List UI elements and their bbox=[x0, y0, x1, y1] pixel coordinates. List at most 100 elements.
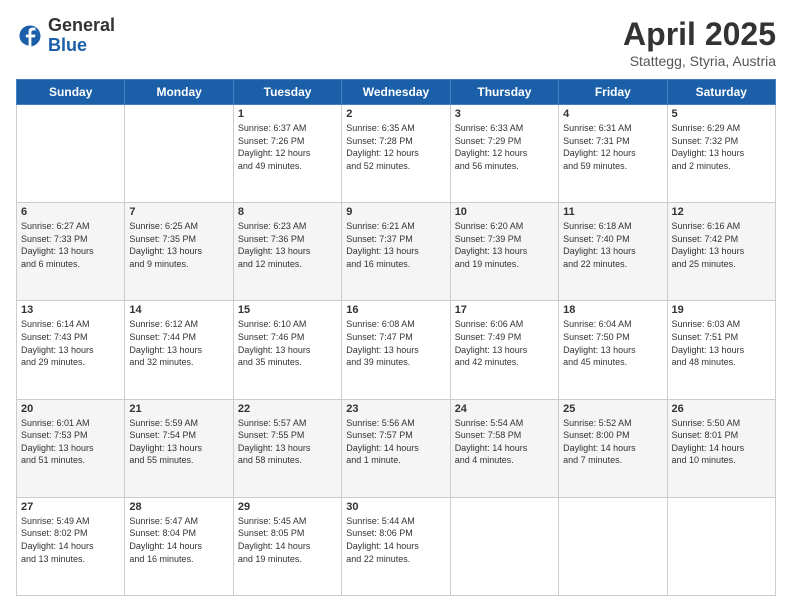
day-info-1-4: Sunrise: 6:20 AM Sunset: 7:39 PM Dayligh… bbox=[455, 220, 554, 270]
day-num-4-3: 30 bbox=[346, 501, 445, 513]
logo: General Blue bbox=[16, 16, 115, 56]
day-num-1-5: 11 bbox=[563, 206, 662, 218]
logo-general-text: General bbox=[48, 16, 115, 36]
week-row-4: 27 Sunrise: 5:49 AM Sunset: 8:02 PM Dayli… bbox=[17, 497, 776, 595]
col-monday: Monday bbox=[125, 80, 233, 105]
day-info-4-1: Sunrise: 5:47 AM Sunset: 8:04 PM Dayligh… bbox=[129, 515, 228, 565]
day-num-0-6: 5 bbox=[672, 108, 771, 120]
day-num-4-1: 28 bbox=[129, 501, 228, 513]
cell-2-1: 14Sunrise: 6:12 AM Sunset: 7:44 PM Dayli… bbox=[125, 301, 233, 399]
week-row-0: 1 Sunrise: 6:37 AM Sunset: 7:26 PM Daylig… bbox=[17, 105, 776, 203]
day-num-2-3: 16 bbox=[346, 304, 445, 316]
day-num-3-1: 21 bbox=[129, 403, 228, 415]
cell-4-4 bbox=[450, 497, 558, 595]
day-info-2-4: Sunrise: 6:06 AM Sunset: 7:49 PM Dayligh… bbox=[455, 318, 554, 368]
day-info-4-3: Sunrise: 5:44 AM Sunset: 8:06 PM Dayligh… bbox=[346, 515, 445, 565]
day-info-0-6: Sunrise: 6:29 AM Sunset: 7:32 PM Dayligh… bbox=[672, 122, 771, 172]
cell-3-6: 26Sunrise: 5:50 AM Sunset: 8:01 PM Dayli… bbox=[667, 399, 775, 497]
calendar-table: Sunday Monday Tuesday Wednesday Thursday… bbox=[16, 79, 776, 596]
day-num-3-2: 22 bbox=[238, 403, 337, 415]
cell-1-4: 10Sunrise: 6:20 AM Sunset: 7:39 PM Dayli… bbox=[450, 203, 558, 301]
cell-0-0 bbox=[17, 105, 125, 203]
day-info-2-6: Sunrise: 6:03 AM Sunset: 7:51 PM Dayligh… bbox=[672, 318, 771, 368]
cell-1-5: 11 Sunrise: 6:18 AM Sunset: 7:40 PM Dayli… bbox=[559, 203, 667, 301]
title-block: April 2025 Stattegg, Styria, Austria bbox=[623, 16, 776, 69]
day-num-2-6: 19 bbox=[672, 304, 771, 316]
day-info-2-2: Sunrise: 6:10 AM Sunset: 7:46 PM Dayligh… bbox=[238, 318, 337, 368]
cell-2-4: 17 Sunrise: 6:06 AM Sunset: 7:49 PM Dayli… bbox=[450, 301, 558, 399]
cell-1-0: 6 Sunrise: 6:27 AM Sunset: 7:33 PM Daylig… bbox=[17, 203, 125, 301]
col-friday: Friday bbox=[559, 80, 667, 105]
day-num-4-0: 27 bbox=[21, 501, 120, 513]
cell-1-6: 12 Sunrise: 6:16 AM Sunset: 7:42 PM Dayli… bbox=[667, 203, 775, 301]
day-info-4-0: Sunrise: 5:49 AM Sunset: 8:02 PM Dayligh… bbox=[21, 515, 120, 565]
day-num-2-5: 18 bbox=[563, 304, 662, 316]
cell-3-1: 21Sunrise: 5:59 AM Sunset: 7:54 PM Dayli… bbox=[125, 399, 233, 497]
cell-0-2: 1 Sunrise: 6:37 AM Sunset: 7:26 PM Daylig… bbox=[233, 105, 341, 203]
day-num-1-3: 9 bbox=[346, 206, 445, 218]
week-row-1: 6 Sunrise: 6:27 AM Sunset: 7:33 PM Daylig… bbox=[17, 203, 776, 301]
day-num-2-2: 15 bbox=[238, 304, 337, 316]
cell-2-2: 15 Sunrise: 6:10 AM Sunset: 7:46 PM Dayli… bbox=[233, 301, 341, 399]
cell-2-5: 18 Sunrise: 6:04 AM Sunset: 7:50 PM Dayli… bbox=[559, 301, 667, 399]
page: General Blue April 2025 Stattegg, Styria… bbox=[0, 0, 792, 612]
day-info-0-4: Sunrise: 6:33 AM Sunset: 7:29 PM Dayligh… bbox=[455, 122, 554, 172]
day-info-2-1: Sunrise: 6:12 AM Sunset: 7:44 PM Dayligh… bbox=[129, 318, 228, 368]
day-num-3-5: 25 bbox=[563, 403, 662, 415]
col-thursday: Thursday bbox=[450, 80, 558, 105]
cell-4-1: 28 Sunrise: 5:47 AM Sunset: 8:04 PM Dayli… bbox=[125, 497, 233, 595]
logo-blue-text: Blue bbox=[48, 36, 115, 56]
day-info-4-2: Sunrise: 5:45 AM Sunset: 8:05 PM Dayligh… bbox=[238, 515, 337, 565]
day-info-1-6: Sunrise: 6:16 AM Sunset: 7:42 PM Dayligh… bbox=[672, 220, 771, 270]
logo-icon bbox=[16, 22, 44, 50]
cell-2-0: 13Sunrise: 6:14 AM Sunset: 7:43 PM Dayli… bbox=[17, 301, 125, 399]
day-num-1-2: 8 bbox=[238, 206, 337, 218]
day-info-3-0: Sunrise: 6:01 AM Sunset: 7:53 PM Dayligh… bbox=[21, 417, 120, 467]
day-info-3-3: Sunrise: 5:56 AM Sunset: 7:57 PM Dayligh… bbox=[346, 417, 445, 467]
cell-3-3: 23Sunrise: 5:56 AM Sunset: 7:57 PM Dayli… bbox=[342, 399, 450, 497]
day-num-0-3: 2 bbox=[346, 108, 445, 120]
cell-2-3: 16Sunrise: 6:08 AM Sunset: 7:47 PM Dayli… bbox=[342, 301, 450, 399]
day-num-1-1: 7 bbox=[129, 206, 228, 218]
day-num-0-2: 1 bbox=[238, 108, 337, 120]
cell-3-5: 25 Sunrise: 5:52 AM Sunset: 8:00 PM Dayli… bbox=[559, 399, 667, 497]
day-num-3-0: 20 bbox=[21, 403, 120, 415]
day-num-1-6: 12 bbox=[672, 206, 771, 218]
col-tuesday: Tuesday bbox=[233, 80, 341, 105]
day-info-0-5: Sunrise: 6:31 AM Sunset: 7:31 PM Dayligh… bbox=[563, 122, 662, 172]
cell-0-6: 5 Sunrise: 6:29 AM Sunset: 7:32 PM Daylig… bbox=[667, 105, 775, 203]
cell-1-3: 9 Sunrise: 6:21 AM Sunset: 7:37 PM Daylig… bbox=[342, 203, 450, 301]
cell-3-4: 24Sunrise: 5:54 AM Sunset: 7:58 PM Dayli… bbox=[450, 399, 558, 497]
day-info-2-5: Sunrise: 6:04 AM Sunset: 7:50 PM Dayligh… bbox=[563, 318, 662, 368]
cell-0-4: 3 Sunrise: 6:33 AM Sunset: 7:29 PM Daylig… bbox=[450, 105, 558, 203]
col-wednesday: Wednesday bbox=[342, 80, 450, 105]
day-info-1-0: Sunrise: 6:27 AM Sunset: 7:33 PM Dayligh… bbox=[21, 220, 120, 270]
day-info-1-5: Sunrise: 6:18 AM Sunset: 7:40 PM Dayligh… bbox=[563, 220, 662, 270]
cell-1-2: 8 Sunrise: 6:23 AM Sunset: 7:36 PM Daylig… bbox=[233, 203, 341, 301]
col-sunday: Sunday bbox=[17, 80, 125, 105]
cell-3-2: 22Sunrise: 5:57 AM Sunset: 7:55 PM Dayli… bbox=[233, 399, 341, 497]
day-num-4-2: 29 bbox=[238, 501, 337, 513]
cell-4-6 bbox=[667, 497, 775, 595]
cell-4-5 bbox=[559, 497, 667, 595]
header: General Blue April 2025 Stattegg, Styria… bbox=[16, 16, 776, 69]
cell-4-0: 27 Sunrise: 5:49 AM Sunset: 8:02 PM Dayli… bbox=[17, 497, 125, 595]
week-row-3: 20 Sunrise: 6:01 AM Sunset: 7:53 PM Dayli… bbox=[17, 399, 776, 497]
cell-4-3: 30 Sunrise: 5:44 AM Sunset: 8:06 PM Dayli… bbox=[342, 497, 450, 595]
cell-0-3: 2 Sunrise: 6:35 AM Sunset: 7:28 PM Daylig… bbox=[342, 105, 450, 203]
day-num-3-4: 24 bbox=[455, 403, 554, 415]
week-row-2: 13Sunrise: 6:14 AM Sunset: 7:43 PM Dayli… bbox=[17, 301, 776, 399]
day-num-3-6: 26 bbox=[672, 403, 771, 415]
day-info-0-3: Sunrise: 6:35 AM Sunset: 7:28 PM Dayligh… bbox=[346, 122, 445, 172]
day-info-1-3: Sunrise: 6:21 AM Sunset: 7:37 PM Dayligh… bbox=[346, 220, 445, 270]
day-num-1-0: 6 bbox=[21, 206, 120, 218]
day-info-0-2: Sunrise: 6:37 AM Sunset: 7:26 PM Dayligh… bbox=[238, 122, 337, 172]
day-info-3-5: Sunrise: 5:52 AM Sunset: 8:00 PM Dayligh… bbox=[563, 417, 662, 467]
cell-4-2: 29 Sunrise: 5:45 AM Sunset: 8:05 PM Dayli… bbox=[233, 497, 341, 595]
day-info-1-2: Sunrise: 6:23 AM Sunset: 7:36 PM Dayligh… bbox=[238, 220, 337, 270]
day-num-2-4: 17 bbox=[455, 304, 554, 316]
day-info-1-1: Sunrise: 6:25 AM Sunset: 7:35 PM Dayligh… bbox=[129, 220, 228, 270]
day-num-0-4: 3 bbox=[455, 108, 554, 120]
cell-1-1: 7 Sunrise: 6:25 AM Sunset: 7:35 PM Daylig… bbox=[125, 203, 233, 301]
calendar-title: April 2025 bbox=[623, 16, 776, 53]
